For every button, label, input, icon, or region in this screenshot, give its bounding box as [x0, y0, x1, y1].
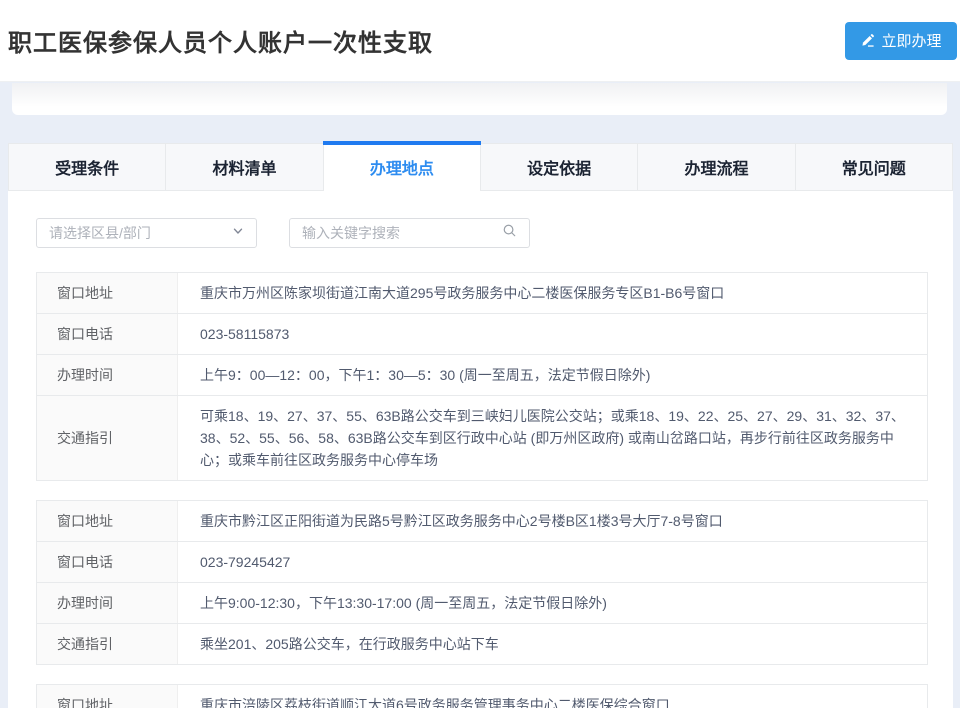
keyword-search-input[interactable]	[302, 225, 502, 241]
page-header: 职工医保参保人员个人账户一次性支取 立即办理	[0, 0, 960, 82]
tab-faq[interactable]: 常见问题	[796, 143, 953, 191]
table-row: 窗口电话023-58115873	[37, 313, 927, 354]
tab-legal-basis[interactable]: 设定依据	[481, 143, 638, 191]
row-value: 上午9：00—12：00，下午1：30—5：30 (周一至周五，法定节假日除外)	[178, 355, 927, 395]
pencil-icon	[860, 33, 875, 48]
table-row: 办理时间上午9:00-12:30，下午13:30-17:00 (周一至周五，法定…	[37, 582, 927, 623]
keyword-search	[289, 218, 530, 248]
district-select-placeholder: 请选择区县/部门	[49, 223, 151, 243]
table-row: 窗口电话023-79245427	[37, 541, 927, 582]
row-value: 重庆市黔江区正阳街道为民路5号黔江区政务服务中心2号楼B区1楼3号大厅7-8号窗…	[178, 501, 927, 541]
search-icon[interactable]	[502, 223, 517, 243]
row-label: 窗口地址	[37, 273, 178, 313]
tab-acceptance-criteria[interactable]: 受理条件	[8, 143, 166, 191]
header-card-bottom	[12, 83, 947, 115]
content-card: 受理条件材料清单办理地点设定依据办理流程常见问题 请选择区县/部门 窗口地址重庆…	[8, 143, 953, 708]
row-value: 023-79245427	[178, 542, 927, 582]
tab-process[interactable]: 办理流程	[638, 143, 795, 191]
table-row: 窗口地址重庆市黔江区正阳街道为民路5号黔江区政务服务中心2号楼B区1楼3号大厅7…	[37, 501, 927, 541]
row-label: 窗口电话	[37, 542, 178, 582]
row-label: 交通指引	[37, 396, 178, 480]
tab-service-locations[interactable]: 办理地点	[324, 143, 481, 191]
row-value: 可乘18、19、27、37、55、63B路公交车到三峡妇儿医院公交站；或乘18、…	[178, 396, 927, 480]
tab-panel-locations: 请选择区县/部门 窗口地址重庆市万州区陈家坝街道江南大道295号政务服务中心二楼…	[8, 191, 953, 708]
location-table: 窗口地址重庆市万州区陈家坝街道江南大道295号政务服务中心二楼医保服务专区B1-…	[36, 272, 928, 481]
tab-bar: 受理条件材料清单办理地点设定依据办理流程常见问题	[8, 143, 953, 191]
table-row: 交通指引乘坐201、205路公交车，在行政服务中心站下车	[37, 623, 927, 664]
row-label: 办理时间	[37, 355, 178, 395]
page: 职工医保参保人员个人账户一次性支取 立即办理 受理条件材料清单办理地点设定依据办…	[0, 0, 960, 708]
table-row: 窗口地址重庆市涪陵区荔枝街道顺江大道6号政务服务管理事务中心二楼医保综合窗口	[37, 685, 927, 708]
location-table: 窗口地址重庆市黔江区正阳街道为民路5号黔江区政务服务中心2号楼B区1楼3号大厅7…	[36, 500, 928, 665]
row-label: 交通指引	[37, 624, 178, 664]
row-label: 办理时间	[37, 583, 178, 623]
row-value: 023-58115873	[178, 314, 927, 354]
tab-materials-list[interactable]: 材料清单	[166, 143, 323, 191]
row-value: 上午9:00-12:30，下午13:30-17:00 (周一至周五，法定节假日除…	[178, 583, 927, 623]
apply-now-label: 立即办理	[881, 30, 941, 51]
row-label: 窗口地址	[37, 685, 178, 708]
row-value: 重庆市涪陵区荔枝街道顺江大道6号政务服务管理事务中心二楼医保综合窗口	[178, 685, 927, 708]
district-select[interactable]: 请选择区县/部门	[36, 218, 257, 248]
row-label: 窗口电话	[37, 314, 178, 354]
filter-bar: 请选择区县/部门	[36, 218, 928, 248]
apply-now-button[interactable]: 立即办理	[845, 22, 957, 60]
locations-list: 窗口地址重庆市万州区陈家坝街道江南大道295号政务服务中心二楼医保服务专区B1-…	[36, 272, 928, 708]
row-value: 乘坐201、205路公交车，在行政服务中心站下车	[178, 624, 927, 664]
location-table: 窗口地址重庆市涪陵区荔枝街道顺江大道6号政务服务管理事务中心二楼医保综合窗口	[36, 684, 928, 708]
table-row: 办理时间上午9：00—12：00，下午1：30—5：30 (周一至周五，法定节假…	[37, 354, 927, 395]
page-title: 职工医保参保人员个人账户一次性支取	[8, 23, 433, 58]
row-value: 重庆市万州区陈家坝街道江南大道295号政务服务中心二楼医保服务专区B1-B6号窗…	[178, 273, 927, 313]
chevron-down-icon	[232, 224, 244, 242]
row-label: 窗口地址	[37, 501, 178, 541]
table-row: 窗口地址重庆市万州区陈家坝街道江南大道295号政务服务中心二楼医保服务专区B1-…	[37, 273, 927, 313]
table-row: 交通指引可乘18、19、27、37、55、63B路公交车到三峡妇儿医院公交站；或…	[37, 395, 927, 480]
